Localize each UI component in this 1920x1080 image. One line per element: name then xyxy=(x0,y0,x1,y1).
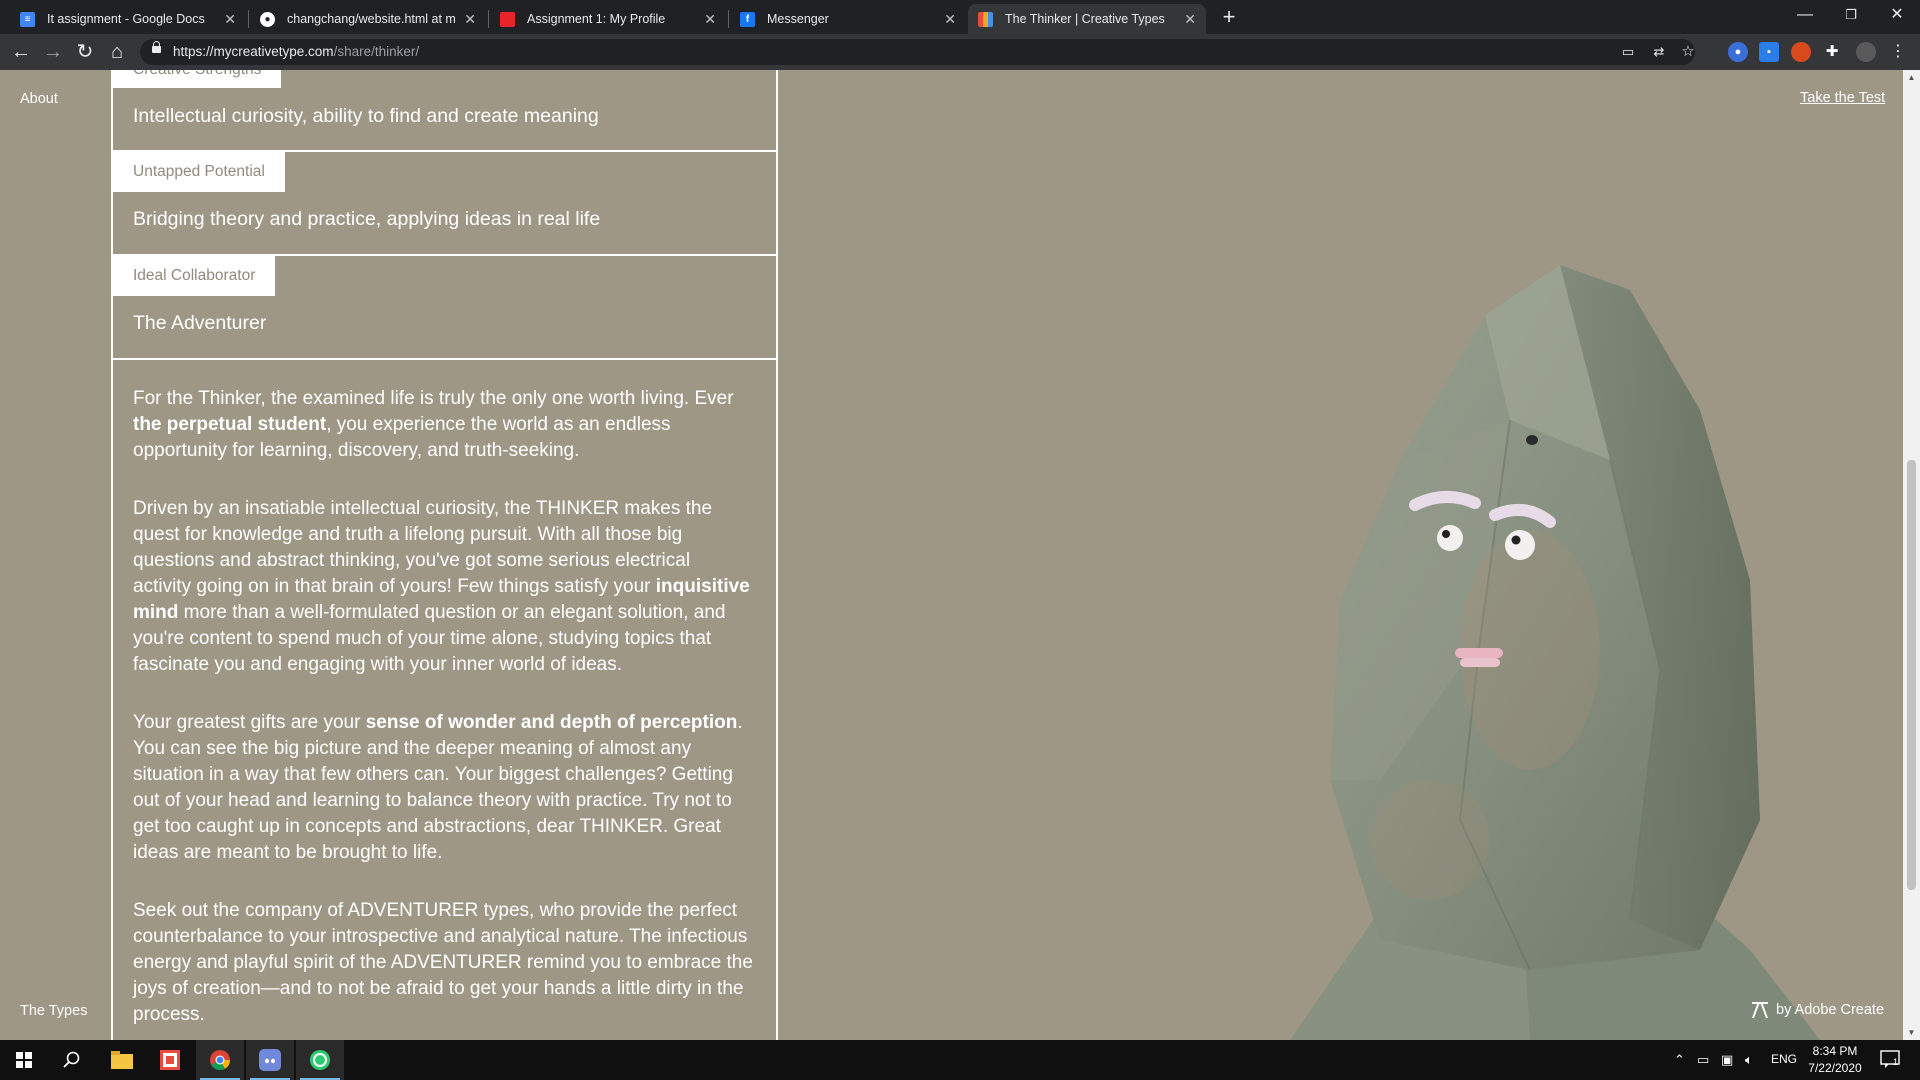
battery-icon[interactable]: ▭ xyxy=(1697,1052,1709,1068)
discord-icon[interactable] xyxy=(246,1040,294,1080)
tag-label: Untapped Potential xyxy=(113,152,285,192)
puzzle-extensions-icon[interactable]: ✚ xyxy=(1822,42,1842,62)
chrome-icon[interactable] xyxy=(196,1040,244,1080)
type-description-panel: Creative Strengths Intellectual curiosit… xyxy=(111,70,778,1040)
take-the-test-link[interactable]: Take the Test xyxy=(1800,90,1885,106)
card-value: Bridging theory and practice, applying i… xyxy=(133,208,601,230)
scrollbar-thumb[interactable] xyxy=(1907,460,1916,890)
tab-divider xyxy=(488,10,489,28)
close-icon[interactable]: ✕ xyxy=(1184,11,1196,28)
profile-avatar[interactable] xyxy=(1856,42,1876,62)
github-icon: ● xyxy=(260,11,275,27)
chevron-up-icon[interactable]: ⌃ xyxy=(1674,1052,1685,1068)
scroll-up-arrow-icon[interactable]: ▲ xyxy=(1906,72,1917,83)
tag-label: Creative Strengths xyxy=(113,70,282,88)
card-value: Intellectual curiosity, ability to find … xyxy=(133,105,599,127)
right-eye xyxy=(1505,530,1535,560)
card-untapped-potential: Untapped Potential Bridging theory and p… xyxy=(113,152,776,256)
card-value: The Adventurer xyxy=(133,312,267,334)
reload-icon[interactable]: ↻ xyxy=(73,40,97,64)
browser-tab-bar: ≡ It assignment - Google Docs ✕ ● changc… xyxy=(0,0,1920,34)
tab-title: Messenger xyxy=(767,12,829,26)
time-text: 8:34 PM xyxy=(1812,1044,1858,1058)
windows-start-icon[interactable] xyxy=(0,1040,48,1080)
camera-extension-icon[interactable]: ▪ xyxy=(1759,42,1779,62)
app-icon[interactable] xyxy=(296,1040,344,1080)
close-icon[interactable]: ✕ xyxy=(704,11,716,28)
paragraph: Your greatest gifts are your sense of wo… xyxy=(133,712,743,863)
forward-arrow-icon[interactable]: → xyxy=(41,40,65,64)
card-creative-strengths: Creative Strengths Intellectual curiosit… xyxy=(113,70,776,152)
tab-title: The Thinker | Creative Types xyxy=(1005,12,1165,26)
translate-icon[interactable]: ⇄ xyxy=(1649,42,1669,62)
clock[interactable]: 8:34 PM 7/22/2020 xyxy=(1800,1043,1870,1077)
adobe-logo-icon xyxy=(1752,1002,1768,1018)
back-arrow-icon[interactable]: ← xyxy=(9,40,33,64)
paragraph: Driven by an insatiable intellectual cur… xyxy=(133,498,750,675)
close-icon[interactable]: ✕ xyxy=(464,11,476,28)
url-text[interactable]: https://mycreativetype.com/share/thinker… xyxy=(173,44,419,59)
tab-title: Assignment 1: My Profile xyxy=(527,12,666,26)
scroll-down-arrow-icon[interactable]: ▼ xyxy=(1906,1027,1917,1038)
description-body: For the Thinker, the examined life is tr… xyxy=(133,386,753,1040)
paragraph: For the Thinker, the examined life is tr… xyxy=(133,388,734,461)
tab-canvas[interactable]: Assignment 1: My Profile ✕ xyxy=(490,4,726,34)
volume-icon[interactable]: 🔈︎ xyxy=(1745,1052,1753,1068)
tab-messenger[interactable]: f Messenger ✕ xyxy=(730,4,966,34)
lock-icon xyxy=(152,41,161,53)
home-icon[interactable]: ⌂ xyxy=(105,40,129,64)
creative-types-icon xyxy=(978,11,993,27)
card-ideal-collaborator: Ideal Collaborator The Adventurer xyxy=(113,256,776,360)
tag-label: Ideal Collaborator xyxy=(113,256,276,296)
chat-extension-icon[interactable]: ● xyxy=(1728,42,1748,62)
tab-github[interactable]: ● changchang/website.html at mas ✕ xyxy=(250,4,486,34)
date-text: 7/22/2020 xyxy=(1808,1061,1862,1075)
search-icon[interactable] xyxy=(48,1040,96,1080)
browser-toolbar: ← → ↻ ⌂ https://mycreativetype.com/share… xyxy=(0,34,1920,70)
nav-the-types[interactable]: The Types xyxy=(20,1003,87,1019)
canvas-icon xyxy=(500,11,515,27)
close-icon[interactable]: ✕ xyxy=(944,11,956,28)
restore-button[interactable]: ❐ xyxy=(1828,0,1874,30)
network-icon[interactable]: ▣ xyxy=(1721,1052,1733,1068)
left-eye xyxy=(1437,525,1463,551)
facebook-icon: f xyxy=(740,11,755,27)
windows-taskbar: ⌃ ▭ ▣ 🔈︎ ENG 8:34 PM 7/22/2020 1 xyxy=(0,1040,1920,1080)
credit-text: by Adobe Create xyxy=(1776,1002,1885,1018)
menu-dots-icon[interactable]: ⋮ xyxy=(1888,42,1908,62)
cast-icon[interactable]: ▭ xyxy=(1618,42,1638,62)
tab-title: It assignment - Google Docs xyxy=(47,12,205,26)
tab-divider xyxy=(728,10,729,28)
tab-title: changchang/website.html at mas xyxy=(287,12,457,26)
tab-google-docs[interactable]: ≡ It assignment - Google Docs ✕ xyxy=(10,4,246,34)
bookmark-star-icon[interactable]: ☆ xyxy=(1678,42,1698,62)
google-docs-icon: ≡ xyxy=(20,11,35,27)
page-content: About The Types Take the Test by Adobe C… xyxy=(0,70,1920,1040)
language-indicator[interactable]: ENG xyxy=(1771,1052,1797,1066)
adobe-create-credit[interactable]: by Adobe Create xyxy=(1752,1002,1884,1018)
notification-center-icon[interactable]: 1 xyxy=(1880,1050,1900,1071)
tab-divider xyxy=(248,10,249,28)
file-explorer-icon[interactable] xyxy=(98,1040,146,1080)
extension-icon[interactable] xyxy=(1791,42,1811,62)
nav-about[interactable]: About xyxy=(20,91,58,107)
mouth xyxy=(1455,648,1503,658)
page-scrollbar[interactable]: ▲ ▼ xyxy=(1903,70,1920,1040)
paragraph: Seek out the company of ADVENTURER types… xyxy=(133,900,753,1025)
close-icon[interactable]: ✕ xyxy=(224,11,236,28)
snip-tool-icon[interactable] xyxy=(146,1040,194,1080)
address-bar[interactable]: https://mycreativetype.com/share/thinker… xyxy=(140,39,1695,65)
tab-creative-types[interactable]: The Thinker | Creative Types ✕ xyxy=(968,4,1206,34)
thinker-character-illustration xyxy=(1290,265,1820,1040)
close-window-button[interactable]: ✕ xyxy=(1874,0,1920,30)
new-tab-button[interactable]: + xyxy=(1216,4,1242,30)
minimize-button[interactable]: — xyxy=(1782,0,1828,30)
notification-count: 1 xyxy=(1893,1057,1899,1067)
